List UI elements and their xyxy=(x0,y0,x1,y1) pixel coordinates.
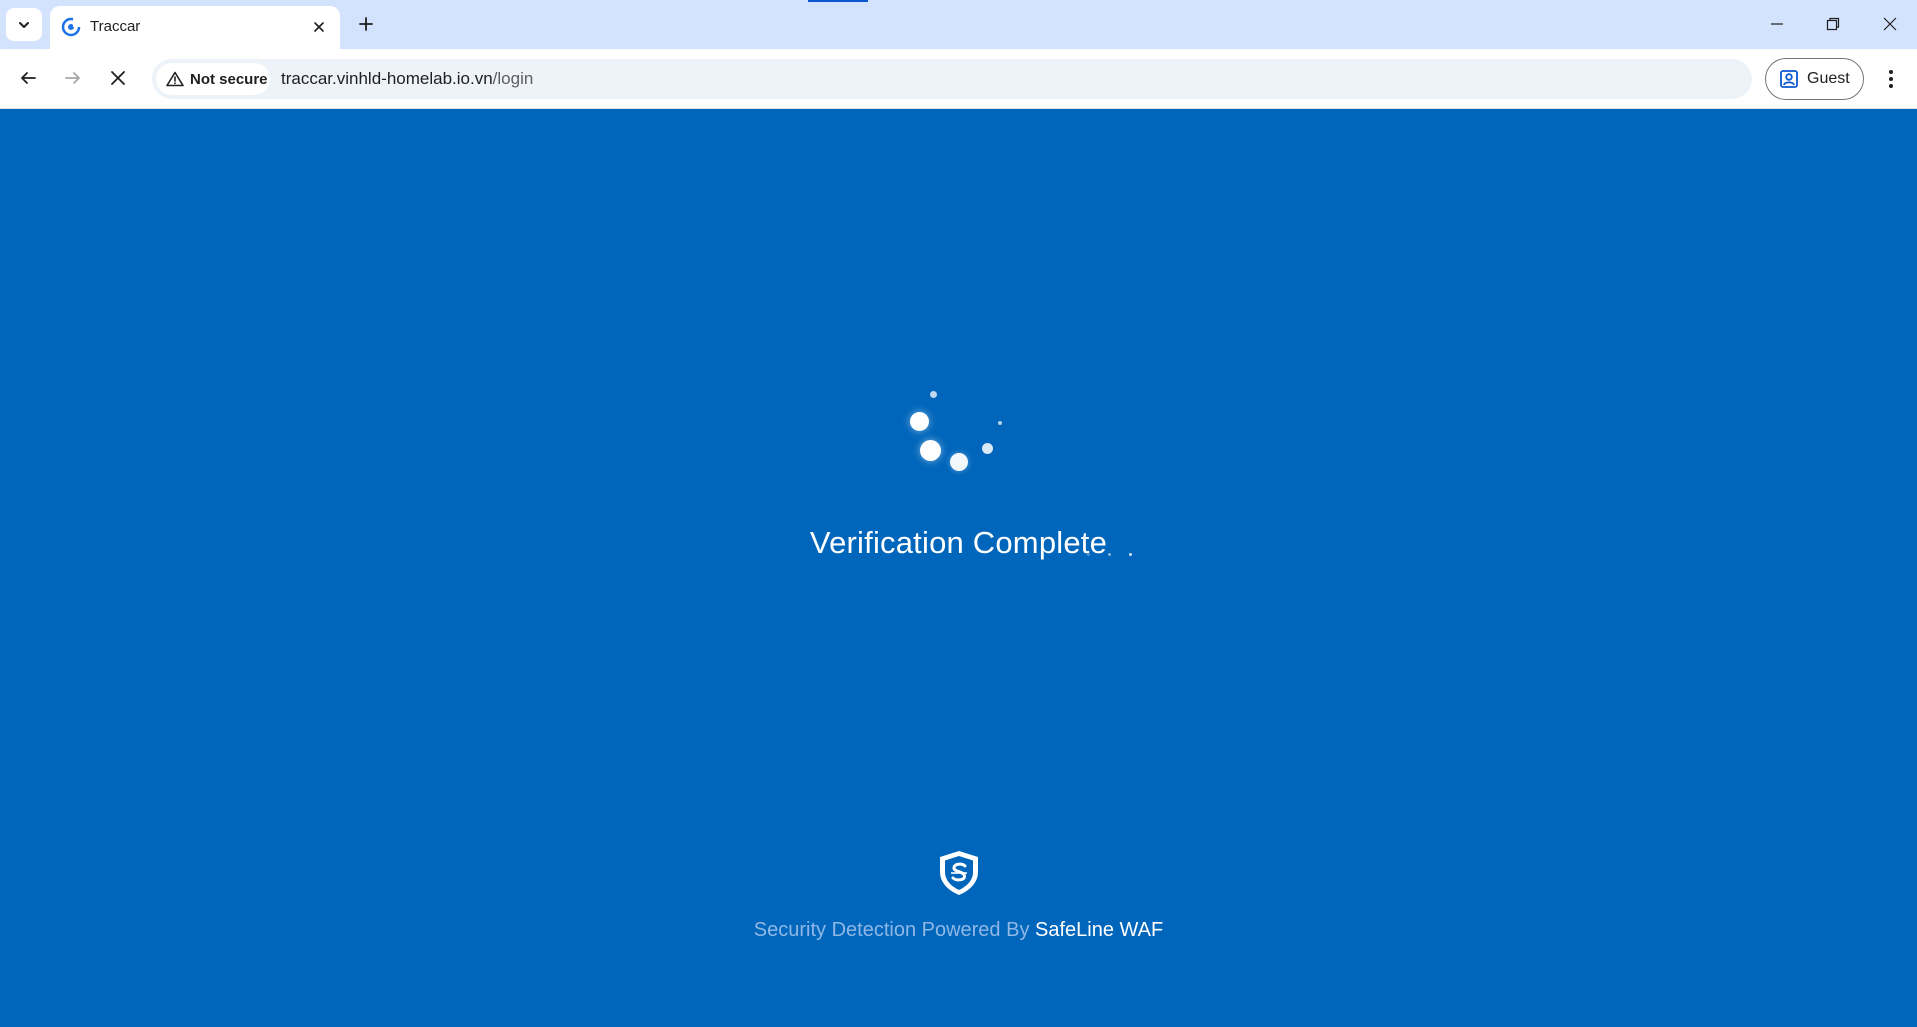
spinner-dot xyxy=(982,443,993,454)
status-row: Verification Complete xyxy=(0,525,1917,561)
tab-strip: Traccar xyxy=(0,0,1917,49)
progress-dot xyxy=(1087,553,1090,556)
browser-toolbar: Not secure traccar.vinhld-homelab.io.vn/… xyxy=(0,49,1917,109)
footer-prefix: Security Detection Powered By xyxy=(753,919,1030,941)
arrow-right-icon xyxy=(65,72,80,84)
minimize-button[interactable] xyxy=(1757,8,1797,40)
restore-icon xyxy=(1826,17,1840,31)
spinner-dot xyxy=(930,391,937,398)
spinner-dot xyxy=(920,440,941,461)
new-tab-button[interactable] xyxy=(353,11,379,37)
arrow-left-icon xyxy=(21,72,36,84)
more-vert-icon xyxy=(1889,70,1893,88)
traccar-favicon-icon xyxy=(61,17,81,37)
url-host: traccar.vinhld-homelab.io.vn xyxy=(281,69,493,88)
tab-search-button[interactable] xyxy=(6,8,42,41)
footer-text: Security Detection Powered By SafeLine W… xyxy=(0,919,1917,942)
safeline-shield-icon xyxy=(940,851,978,895)
tab-title: Traccar xyxy=(90,18,141,35)
back-button[interactable] xyxy=(11,61,45,95)
plus-icon xyxy=(359,17,373,31)
restore-button[interactable] xyxy=(1813,8,1853,40)
close-icon xyxy=(1883,17,1897,31)
tab-traccar[interactable]: Traccar xyxy=(50,6,340,49)
loading-indicator xyxy=(808,0,868,2)
spinner-dot xyxy=(998,421,1002,425)
progress-dots xyxy=(1085,553,1135,563)
profile-label: Guest xyxy=(1807,70,1850,87)
security-chip[interactable]: Not secure xyxy=(156,63,270,95)
forward-button[interactable] xyxy=(56,61,90,95)
progress-dot xyxy=(1108,553,1111,556)
close-icon xyxy=(111,71,125,85)
url-text[interactable]: traccar.vinhld-homelab.io.vn/login xyxy=(281,69,533,89)
tab-close-button[interactable] xyxy=(308,16,330,38)
close-icon xyxy=(314,22,324,32)
guest-profile-icon xyxy=(1780,70,1798,88)
stop-loading-button[interactable] xyxy=(101,61,135,95)
minimize-icon xyxy=(1771,23,1783,25)
browser-menu-button[interactable] xyxy=(1877,62,1905,96)
spinner-dot xyxy=(950,453,968,471)
status-text: Verification Complete xyxy=(809,525,1108,560)
warning-icon xyxy=(166,71,184,87)
security-label: Not secure xyxy=(190,70,268,88)
address-bar[interactable]: Not secure traccar.vinhld-homelab.io.vn/… xyxy=(152,59,1752,99)
profile-button[interactable]: Guest xyxy=(1765,58,1864,100)
footer-brand: SafeLine WAF xyxy=(1035,919,1164,941)
progress-dot xyxy=(1129,553,1132,556)
page-content: Verification Complete Security Detection… xyxy=(0,109,1917,1027)
window-close-button[interactable] xyxy=(1870,8,1910,40)
url-path: /login xyxy=(492,69,534,88)
spinner-dot xyxy=(910,412,929,431)
loading-spinner-icon xyxy=(890,379,1030,499)
chevron-down-icon xyxy=(19,21,29,28)
